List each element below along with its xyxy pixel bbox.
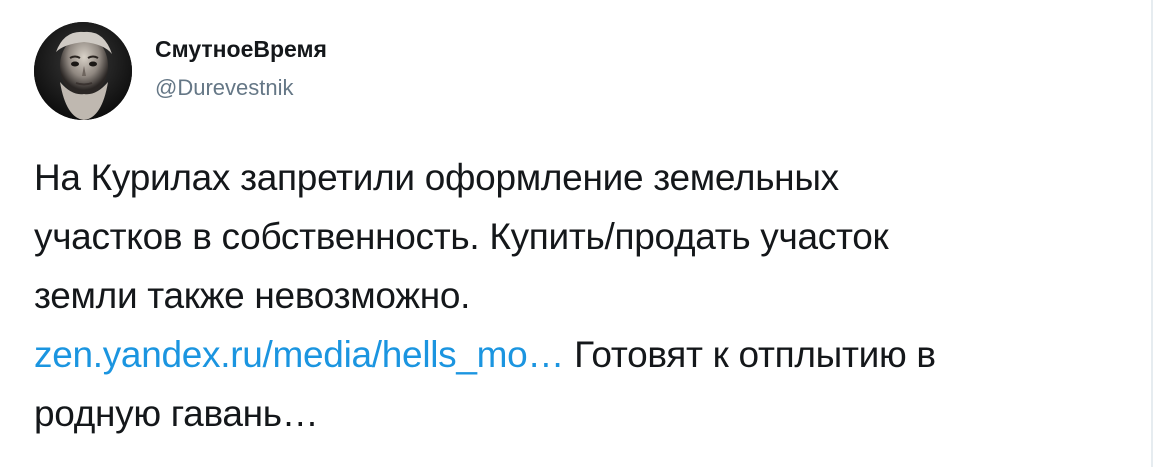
tweet-text-fragment: Готовят к отплытию в [564, 334, 936, 375]
author-handle[interactable]: @Durevestnik [155, 75, 294, 101]
tweet-card: СмутноеВремя @Durevestnik На Курилах зап… [0, 0, 1153, 467]
tweet-text: На Курилах запретили оформление земельны… [34, 148, 1124, 443]
avatar[interactable] [34, 22, 132, 120]
tweet-text-line: родную гавань… [34, 393, 319, 434]
bearded-man-portrait-icon [34, 22, 132, 120]
tweet-link[interactable]: zen.yandex.ru/media/hells_mo… [34, 334, 564, 375]
tweet-text-line: земли также невозможно. [34, 275, 471, 316]
author-display-name[interactable]: СмутноеВремя [155, 36, 327, 63]
tweet-text-line: участков в собственность. Купить/продать… [34, 216, 889, 257]
tweet-text-line: zen.yandex.ru/media/hells_mo… Готовят к … [34, 325, 1124, 384]
tweet-text-line: На Курилах запретили оформление земельны… [34, 157, 839, 198]
